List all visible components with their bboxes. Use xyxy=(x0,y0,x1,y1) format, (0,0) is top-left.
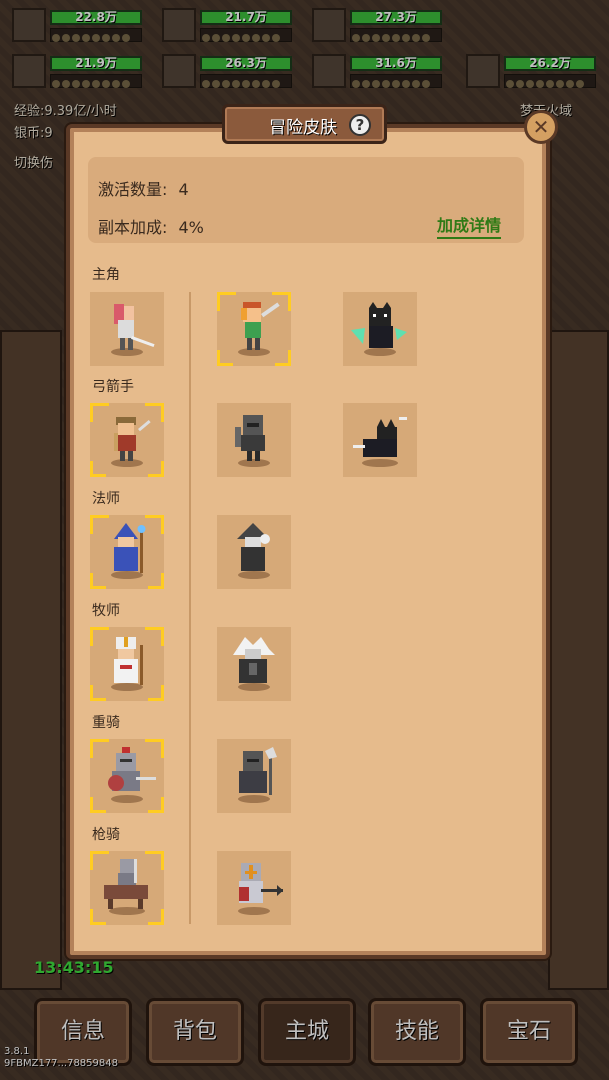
hero-sprite-icon xyxy=(111,304,155,356)
activated-value: 4 xyxy=(178,180,189,199)
priest-sprite-icon xyxy=(111,637,143,691)
column-divider xyxy=(189,292,191,924)
skin-slot-lancer-base[interactable] xyxy=(90,851,164,925)
skin-slot-lancer-crusader[interactable] xyxy=(217,851,291,925)
skin-slot-mage-dark[interactable] xyxy=(217,515,291,589)
activated-label: 激活数量: xyxy=(98,180,168,199)
skin-slot-priest-dark[interactable] xyxy=(217,627,291,701)
dark-mage-sprite-icon xyxy=(237,523,270,579)
skin-slot-hero-base[interactable] xyxy=(90,292,164,366)
green-hero-sprite-icon xyxy=(238,302,280,356)
category-label: 法师 xyxy=(92,491,120,507)
dark-priest-sprite-icon xyxy=(233,637,275,691)
archer-sprite-icon xyxy=(111,417,151,467)
lancer-sprite-icon xyxy=(104,859,148,915)
category-label: 牧师 xyxy=(92,603,120,619)
bonus-label: 副本加成: xyxy=(98,218,168,237)
dark-archer-sprite-icon xyxy=(235,415,270,467)
help-icon[interactable]: ? xyxy=(349,114,371,136)
heavy-knight-sprite-icon xyxy=(108,747,156,803)
skin-slot-hero-cat[interactable] xyxy=(343,292,417,366)
category-label: 弓箭手 xyxy=(92,379,134,395)
dungeon-bonus-label: 副本加成: 4% xyxy=(98,214,204,238)
category-label: 重骑 xyxy=(92,715,120,731)
close-button[interactable]: ✕ xyxy=(524,110,558,144)
skin-slot-archer-base[interactable] xyxy=(90,403,164,477)
modal-title: 冒险皮肤 xyxy=(269,118,337,138)
skin-slot-archer-dark[interactable] xyxy=(217,403,291,477)
activated-count-label: 激活数量: 4 xyxy=(98,176,189,200)
skin-slot-priest-base[interactable] xyxy=(90,627,164,701)
modal-title-plate: 冒险皮肤 ? xyxy=(222,104,387,144)
black-cat-lying-sprite-icon xyxy=(353,417,407,467)
bonus-detail-link[interactable]: 加成详情 xyxy=(437,212,502,239)
skin-slot-archer-cat[interactable] xyxy=(343,403,417,477)
mage-sprite-icon xyxy=(111,523,146,579)
skin-slot-heavy-knight-dark[interactable] xyxy=(217,739,291,813)
skin-slot-hero-green[interactable] xyxy=(217,292,291,366)
category-label: 枪骑 xyxy=(92,827,120,843)
crusader-lancer-sprite-icon xyxy=(238,863,283,915)
black-cat-sprite-icon xyxy=(351,302,407,356)
skin-slot-heavy-knight-base[interactable] xyxy=(90,739,164,813)
category-label: 主角 xyxy=(92,267,120,283)
dark-heavy-knight-sprite-icon xyxy=(238,747,277,803)
skin-slot-mage-base[interactable] xyxy=(90,515,164,589)
bonus-value: 4% xyxy=(178,218,204,237)
